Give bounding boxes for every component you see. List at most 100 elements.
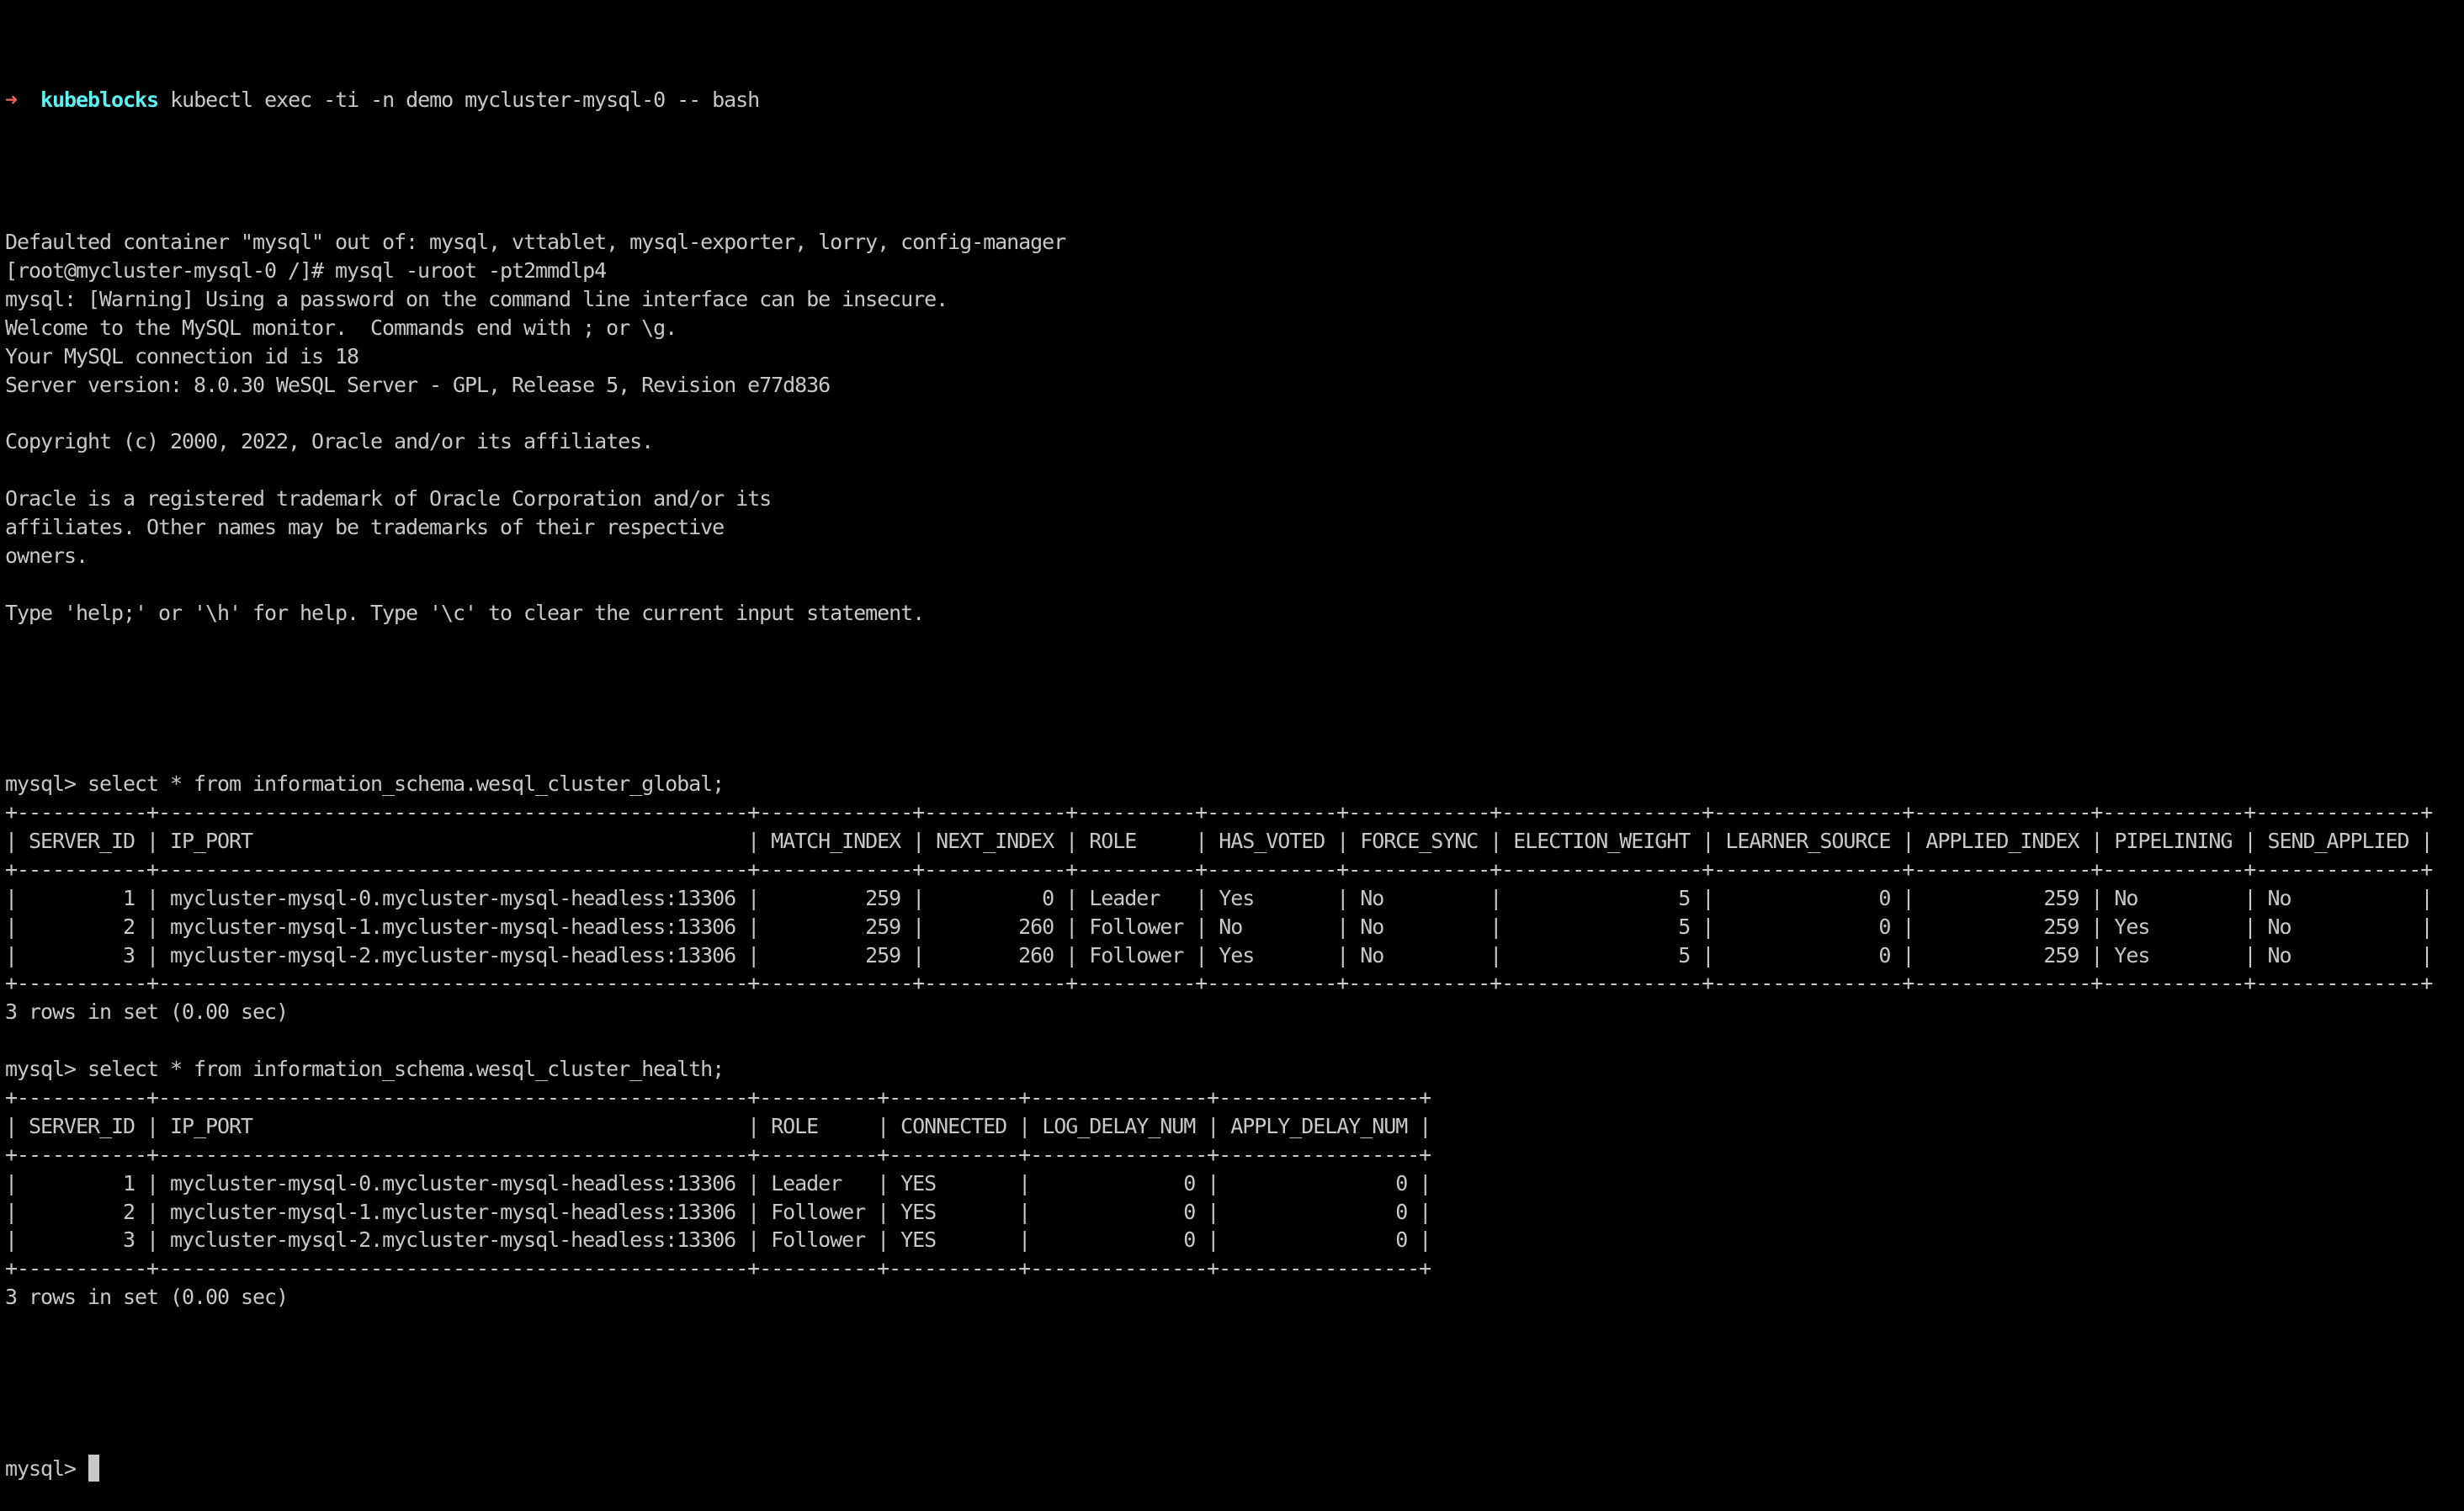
column-header: APPLY_DELAY_NUM xyxy=(1230,1113,1408,1138)
column-separator: | xyxy=(5,829,29,853)
column-separator: | xyxy=(1195,1170,1231,1196)
column-header: NEXT_INDEX xyxy=(936,829,1054,853)
column-header: ELECTION_WEIGHT xyxy=(1513,829,1691,853)
column-separator: | xyxy=(5,1227,29,1253)
column-header: PIPELINING xyxy=(2114,829,2233,853)
mysql-prompt: mysql> xyxy=(5,1455,88,1481)
mysql-input-line[interactable]: mysql> xyxy=(5,1454,2464,1483)
column-separator: | xyxy=(135,885,171,910)
column-separator: | xyxy=(1183,885,1219,910)
table-cell: 3 xyxy=(29,1227,135,1253)
table-cell: Follower xyxy=(771,1199,866,1224)
column-separator: | xyxy=(135,942,171,968)
column-header: LOG_DELAY_NUM xyxy=(1042,1113,1196,1138)
column-separator: | xyxy=(1890,885,1926,910)
column-separator: | xyxy=(5,885,29,910)
table-cell: mycluster-mysql-0.mycluster-mysql-headle… xyxy=(170,885,736,910)
output-line: Oracle is a registered trademark of Orac… xyxy=(5,486,772,512)
shell-prompt-line: ➜ kubeblocks kubectl exec -ti -n demo my… xyxy=(5,86,2464,114)
table-cell: No xyxy=(1360,914,1479,939)
column-separator: | xyxy=(1478,942,1514,968)
session-output: Defaulted container "mysql" out of: mysq… xyxy=(5,228,2464,655)
table-cell: 1 xyxy=(29,1170,135,1196)
column-separator: | xyxy=(1407,1170,1431,1196)
result-summary: 3 rows in set (0.00 sec) xyxy=(5,999,289,1025)
column-separator: | xyxy=(2232,942,2268,968)
table-cell: mycluster-mysql-2.mycluster-mysql-headle… xyxy=(170,942,736,968)
table-cell: 259 xyxy=(1925,942,2079,968)
table-cell: No xyxy=(1360,885,1479,910)
column-separator: | xyxy=(135,1113,171,1138)
table-cell: No xyxy=(1219,914,1325,939)
table-cell: No xyxy=(2267,942,2409,968)
column-separator: | xyxy=(900,885,937,910)
column-separator: | xyxy=(5,942,29,968)
column-separator: | xyxy=(1054,885,1090,910)
query-statement-line: mysql> select * from information_schema.… xyxy=(5,770,2464,798)
table-cell: Yes xyxy=(2114,942,2233,968)
column-separator: | xyxy=(1478,914,1514,939)
table-header-row: | SERVER_ID | IP_PORT | MATCH_INDEX | NE… xyxy=(5,827,2464,856)
column-separator: | xyxy=(2408,829,2433,853)
column-separator: | xyxy=(1890,914,1926,939)
column-separator: | xyxy=(735,1170,772,1196)
column-separator: | xyxy=(1006,1113,1043,1138)
table-cell: 0 xyxy=(1230,1170,1408,1196)
table-cell: Follower xyxy=(771,1227,866,1253)
column-separator: | xyxy=(2079,914,2115,939)
column-separator: | xyxy=(1478,829,1514,853)
column-separator: | xyxy=(735,942,772,968)
output-line: [root@mycluster-mysql-0 /]# mysql -uroot… xyxy=(5,258,607,284)
table-cell: 5 xyxy=(1513,885,1691,910)
column-separator: | xyxy=(1690,885,1726,910)
column-separator: | xyxy=(2232,829,2268,853)
text-cursor xyxy=(88,1454,100,1482)
query-block: mysql> select * from information_schema.… xyxy=(5,770,2464,1055)
table-cell: 0 xyxy=(1042,1170,1196,1196)
table-row: | 3 | mycluster-mysql-2.mycluster-mysql-… xyxy=(5,941,2464,970)
column-separator: | xyxy=(1478,885,1514,910)
query-block: mysql> select * from information_schema.… xyxy=(5,1055,2464,1340)
table-cell: 0 xyxy=(936,885,1054,910)
column-separator: | xyxy=(735,1199,772,1224)
table-cell: 1 xyxy=(29,885,135,910)
table-row: | 1 | mycluster-mysql-0.mycluster-mysql-… xyxy=(5,1169,2464,1198)
column-separator: | xyxy=(1690,914,1726,939)
table-cell: 259 xyxy=(1925,885,2079,910)
output-line: Copyright (c) 2000, 2022, Oracle and/or … xyxy=(5,429,654,454)
output-line: affiliates. Other names may be trademark… xyxy=(5,515,725,540)
column-separator: | xyxy=(1006,1227,1043,1253)
column-separator: | xyxy=(865,1113,901,1138)
column-separator: | xyxy=(5,1170,29,1196)
terminal-window[interactable]: ➜ kubeblocks kubectl exec -ti -n demo my… xyxy=(5,0,2464,1482)
column-separator: | xyxy=(735,1113,772,1138)
column-separator: | xyxy=(135,1227,171,1253)
column-header: CONNECTED xyxy=(900,1113,1007,1138)
column-header: ROLE xyxy=(771,1113,866,1138)
table-cell: Follower xyxy=(1089,942,1184,968)
column-separator: | xyxy=(865,1199,901,1224)
table-cell: 259 xyxy=(771,942,901,968)
column-separator: | xyxy=(135,829,171,853)
table-cell: Follower xyxy=(1089,914,1184,939)
column-separator: | xyxy=(1195,1113,1231,1138)
sql-statement: select * from information_schema.wesql_c… xyxy=(88,771,725,797)
table-cell: 3 xyxy=(29,942,135,968)
table-row: | 2 | mycluster-mysql-1.mycluster-mysql-… xyxy=(5,1198,2464,1227)
column-header: FORCE_SYNC xyxy=(1360,829,1479,853)
output-line: mysql: [Warning] Using a password on the… xyxy=(5,287,948,312)
column-separator: | xyxy=(1325,914,1361,939)
table-cell: 0 xyxy=(1725,942,1891,968)
table-cell: No xyxy=(2114,885,2233,910)
table-row: | 1 | mycluster-mysql-0.mycluster-mysql-… xyxy=(5,884,2464,913)
table-cell: Leader xyxy=(771,1170,866,1196)
table-cell: 2 xyxy=(29,914,135,939)
sql-statement: select * from information_schema.wesql_c… xyxy=(88,1057,725,1082)
column-separator: | xyxy=(5,914,29,939)
table-border: +-----------+---------------------------… xyxy=(5,971,2433,996)
column-separator: | xyxy=(735,1227,772,1253)
result-table: +-----------+---------------------------… xyxy=(5,798,2464,998)
table-cell: YES xyxy=(900,1170,1007,1196)
table-cell: 0 xyxy=(1725,885,1891,910)
